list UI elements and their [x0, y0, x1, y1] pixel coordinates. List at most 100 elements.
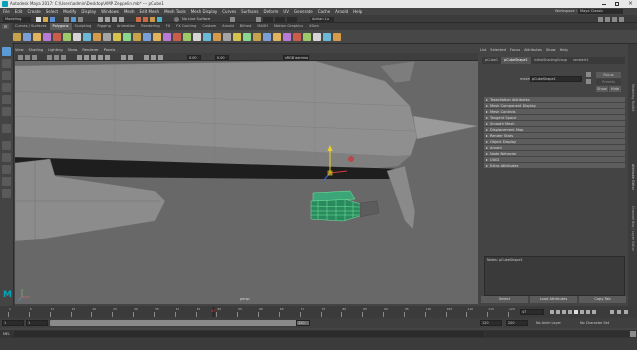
shelf-tab[interactable]: XGen [306, 23, 322, 30]
shelf-tab[interactable]: MASH [254, 23, 271, 30]
shelf-tab[interactable]: Motion Graphics [271, 23, 306, 30]
command-input[interactable] [14, 331, 484, 337]
shelf-tab[interactable]: FX [163, 23, 174, 30]
menu-item[interactable]: Edit Mesh [140, 8, 160, 15]
settings-icon[interactable] [624, 310, 628, 314]
target-weld-icon[interactable] [283, 33, 291, 41]
soccer-ball-icon[interactable] [143, 33, 151, 41]
attribute-editor-menu-item[interactable]: Help [560, 47, 568, 53]
gamma-field[interactable]: 0.00 [215, 54, 229, 60]
go-to-start-icon[interactable] [550, 310, 554, 314]
range-end-inner-field[interactable]: 120 [296, 320, 310, 326]
wireframe-icon[interactable] [77, 54, 82, 60]
separate-icon[interactable] [173, 33, 181, 41]
menu-item[interactable]: File [3, 8, 10, 15]
xform-y-field[interactable] [275, 16, 285, 22]
xform-x-field[interactable] [263, 16, 273, 22]
key-icon[interactable] [617, 310, 621, 314]
menu-item[interactable]: UV [283, 8, 289, 15]
menu-item[interactable]: Deform [263, 8, 278, 15]
workspace-dropdown[interactable]: Maya Classic [578, 9, 623, 14]
shelf-settings-icon[interactable]: ⚙ [2, 24, 9, 29]
presets-button[interactable]: Presets [596, 79, 621, 85]
cylinder-icon[interactable] [33, 33, 41, 41]
anim-end-field[interactable]: 200 [506, 320, 528, 326]
multicut-icon[interactable] [273, 33, 281, 41]
node-tab[interactable]: lambert1 [570, 57, 591, 64]
symmetry-icon[interactable] [230, 16, 235, 22]
four-view-layout-icon[interactable] [2, 153, 11, 162]
toggle-modeling-toolkit-icon[interactable] [598, 16, 603, 22]
prism-icon[interactable] [103, 33, 111, 41]
menu-item[interactable]: Mesh [124, 8, 135, 15]
outliner-layout-icon[interactable] [2, 177, 11, 186]
isolate-select-icon[interactable] [128, 54, 133, 60]
menu-item[interactable]: Display [81, 8, 96, 15]
go-to-output-icon[interactable] [586, 79, 591, 84]
bookmark-icon[interactable] [25, 54, 30, 60]
step-back-frame-icon[interactable] [562, 310, 566, 314]
shelf-tab[interactable]: Polygons [49, 23, 72, 30]
grid-toggle-icon[interactable] [47, 54, 52, 60]
range-end-field[interactable]: 120 [480, 320, 502, 326]
script-editor-icon[interactable] [630, 331, 636, 337]
current-frame-field[interactable]: 47 [520, 309, 544, 315]
step-forward-frame-icon[interactable] [580, 310, 584, 314]
menu-item[interactable]: Select [46, 8, 58, 15]
toggle-tool-settings-icon[interactable] [612, 16, 617, 22]
render-settings-icon[interactable] [150, 16, 155, 22]
attribute-section-header[interactable]: Extra Attributes [484, 163, 625, 169]
menu-item[interactable]: Mesh Display [191, 8, 218, 15]
last-tool-icon[interactable] [2, 124, 11, 133]
menuset-dropdown[interactable]: Modeling [3, 16, 31, 22]
auto-uv-icon[interactable] [323, 33, 331, 41]
select-tool-icon[interactable] [2, 47, 11, 56]
snap-view-icon[interactable] [119, 16, 124, 22]
menu-item[interactable]: Cache [318, 8, 330, 15]
play-backwards-icon[interactable] [568, 310, 572, 314]
user-dropdown[interactable]: Adrian Lu [310, 16, 334, 22]
lighting-icon[interactable] [98, 54, 103, 60]
show-button[interactable]: Show [596, 86, 608, 92]
colorspace-dropdown[interactable]: sRGB gamma [283, 54, 309, 60]
menu-item[interactable]: Edit [15, 8, 23, 15]
menu-item[interactable]: Generate [294, 8, 313, 15]
select-button[interactable]: Select [481, 296, 528, 303]
character-set-dropdown[interactable]: No Character Set [580, 321, 609, 325]
platonic-icon[interactable] [83, 33, 91, 41]
shelf-tab[interactable]: Sculpting [72, 23, 95, 30]
menu-item[interactable]: Modify [63, 8, 76, 15]
film-gate-icon[interactable] [54, 54, 59, 60]
time-slider[interactable]: 1 5 10 15 20 25 30 35 40 45 50 55 60 65 70 75 80 85 90 95 10… [0, 306, 637, 318]
boolean-difference-icon[interactable] [203, 33, 211, 41]
connect-icon[interactable] [293, 33, 301, 41]
planar-uv-icon[interactable] [313, 33, 321, 41]
cone-icon[interactable] [43, 33, 51, 41]
disc-icon[interactable] [73, 33, 81, 41]
load-attributes-button[interactable]: Load Attributes [530, 296, 577, 303]
mesh-name-field[interactable]: pCubeShape1 [530, 76, 582, 82]
toggle-attribute-editor-icon[interactable] [605, 16, 610, 22]
boolean-intersect-icon[interactable] [213, 33, 221, 41]
range-start-field[interactable]: 1 [2, 320, 24, 326]
attribute-editor-menu-item[interactable]: Focus [510, 47, 520, 53]
ambient-occlusion-icon[interactable] [144, 54, 149, 60]
exposure-field[interactable]: 0.00 [187, 54, 201, 60]
textured-icon[interactable] [91, 54, 96, 60]
persp-outliner-layout-icon[interactable] [2, 165, 11, 174]
depth-of-field-icon[interactable] [158, 54, 163, 60]
boolean-union-icon[interactable] [193, 33, 201, 41]
smooth-icon[interactable] [183, 33, 191, 41]
loop-icon[interactable] [610, 310, 614, 314]
go-to-end-icon[interactable] [592, 310, 596, 314]
bridge-icon[interactable] [243, 33, 251, 41]
range-start-inner-field[interactable]: 1 [26, 320, 48, 326]
smooth-shade-icon[interactable] [84, 54, 89, 60]
shelf-tab[interactable]: Rendering [138, 23, 162, 30]
step-back-key-icon[interactable] [556, 310, 560, 314]
resolution-gate-icon[interactable] [61, 54, 66, 60]
xform-z-field[interactable] [287, 16, 297, 22]
image-plane-icon[interactable] [32, 54, 37, 60]
copy-tab-button[interactable]: Copy Tab [579, 296, 626, 303]
open-scene-icon[interactable] [43, 16, 48, 22]
